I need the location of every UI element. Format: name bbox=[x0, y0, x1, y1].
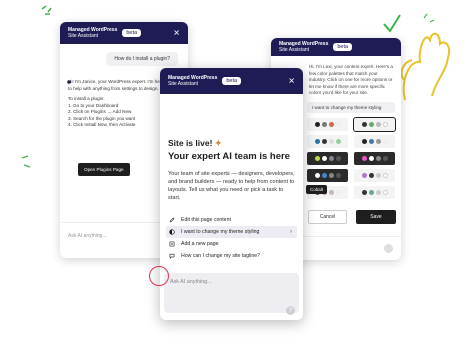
palette-swatch[interactable] bbox=[354, 152, 395, 165]
palette-swatch[interactable] bbox=[354, 186, 395, 199]
beta-badge: beta bbox=[222, 77, 242, 85]
assistant-panel-main: Managed WordPress Site Assistant beta ✕ … bbox=[160, 68, 303, 320]
reply-intro: Hi! I'm Janice, your WordPress expert. I… bbox=[68, 79, 164, 91]
save-button[interactable]: Save bbox=[356, 210, 396, 224]
menu-item-add-page[interactable]: Add a new page bbox=[166, 238, 297, 250]
suggestion-menu: Edit this page content I want to change … bbox=[166, 214, 297, 262]
palette-swatch[interactable] bbox=[307, 135, 348, 148]
half-circle-icon bbox=[169, 229, 175, 235]
palette-tooltip: Cobalt bbox=[306, 185, 328, 194]
close-icon[interactable]: ✕ bbox=[288, 77, 295, 86]
brand: Managed WordPress Site Assistant bbox=[279, 41, 328, 53]
panel-header: Managed WordPress Site Assistant beta ✕ bbox=[60, 22, 188, 44]
panel-header: Managed WordPress Site Assistant beta ✕ bbox=[160, 68, 303, 94]
headline-live: Site is live! ✦ bbox=[168, 138, 222, 149]
menu-item-label: How can I change my site tagline? bbox=[181, 253, 261, 259]
brand: Managed WordPress Site Assistant bbox=[68, 27, 117, 39]
palette-swatch[interactable] bbox=[307, 152, 348, 165]
assistant-reply: Hi! I'm Janice, your WordPress expert. I… bbox=[68, 79, 164, 129]
chat-input[interactable]: Ask AI anything... bbox=[164, 273, 299, 313]
brand-sub: Site Assistant bbox=[168, 81, 199, 87]
menu-item-tagline[interactable]: How can I change my site tagline? bbox=[166, 250, 297, 262]
close-icon[interactable]: ✕ bbox=[173, 29, 180, 38]
party-icon: ✦ bbox=[214, 138, 222, 148]
palette-swatch[interactable] bbox=[307, 118, 348, 131]
cursor-highlight bbox=[149, 266, 169, 286]
user-message: I want to change my theme styling bbox=[307, 102, 395, 113]
open-plugins-button[interactable]: Open Plugins Page bbox=[78, 163, 130, 176]
menu-item-edit-content[interactable]: Edit this page content bbox=[166, 214, 297, 226]
palette-swatch[interactable] bbox=[354, 169, 395, 182]
chat-icon bbox=[169, 253, 175, 259]
send-icon[interactable] bbox=[384, 244, 393, 253]
palette-swatch[interactable] bbox=[354, 135, 395, 148]
chevron-right-icon: › bbox=[290, 229, 292, 235]
brand-sub: Site Assistant bbox=[279, 47, 310, 53]
menu-item-theme-styling[interactable]: I want to change my theme styling › bbox=[166, 226, 297, 238]
user-message: How do I install a plugin? bbox=[106, 52, 178, 66]
question-icon[interactable]: ? bbox=[286, 306, 295, 315]
step-item: 4. Click Install Now, then Activate bbox=[68, 122, 136, 127]
panel-header: Managed WordPress Site Assistant beta bbox=[271, 38, 401, 56]
beta-badge: beta bbox=[333, 43, 353, 51]
intro-description: Your team of site experts — designers, d… bbox=[168, 171, 295, 201]
menu-item-label: I want to change my theme styling bbox=[181, 229, 260, 235]
headline-team: Your expert AI team is here bbox=[168, 151, 290, 162]
page-add-icon bbox=[169, 241, 175, 247]
palette-swatch[interactable] bbox=[307, 169, 348, 182]
cancel-button[interactable]: Cancel bbox=[308, 210, 347, 224]
palette-swatch[interactable] bbox=[353, 117, 396, 132]
pencil-icon bbox=[169, 217, 175, 223]
brand: Managed WordPress Site Assistant bbox=[168, 75, 217, 87]
beta-badge: beta bbox=[122, 29, 142, 37]
brand-sub: Site Assistant bbox=[68, 33, 99, 39]
headline-live-text: Site is live! bbox=[168, 138, 213, 148]
menu-item-label: Add a new page bbox=[181, 241, 219, 247]
assistant-reply: Hi, I'm Lexi, your content expert. Here'… bbox=[309, 64, 393, 95]
menu-item-label: Edit this page content bbox=[181, 217, 231, 223]
